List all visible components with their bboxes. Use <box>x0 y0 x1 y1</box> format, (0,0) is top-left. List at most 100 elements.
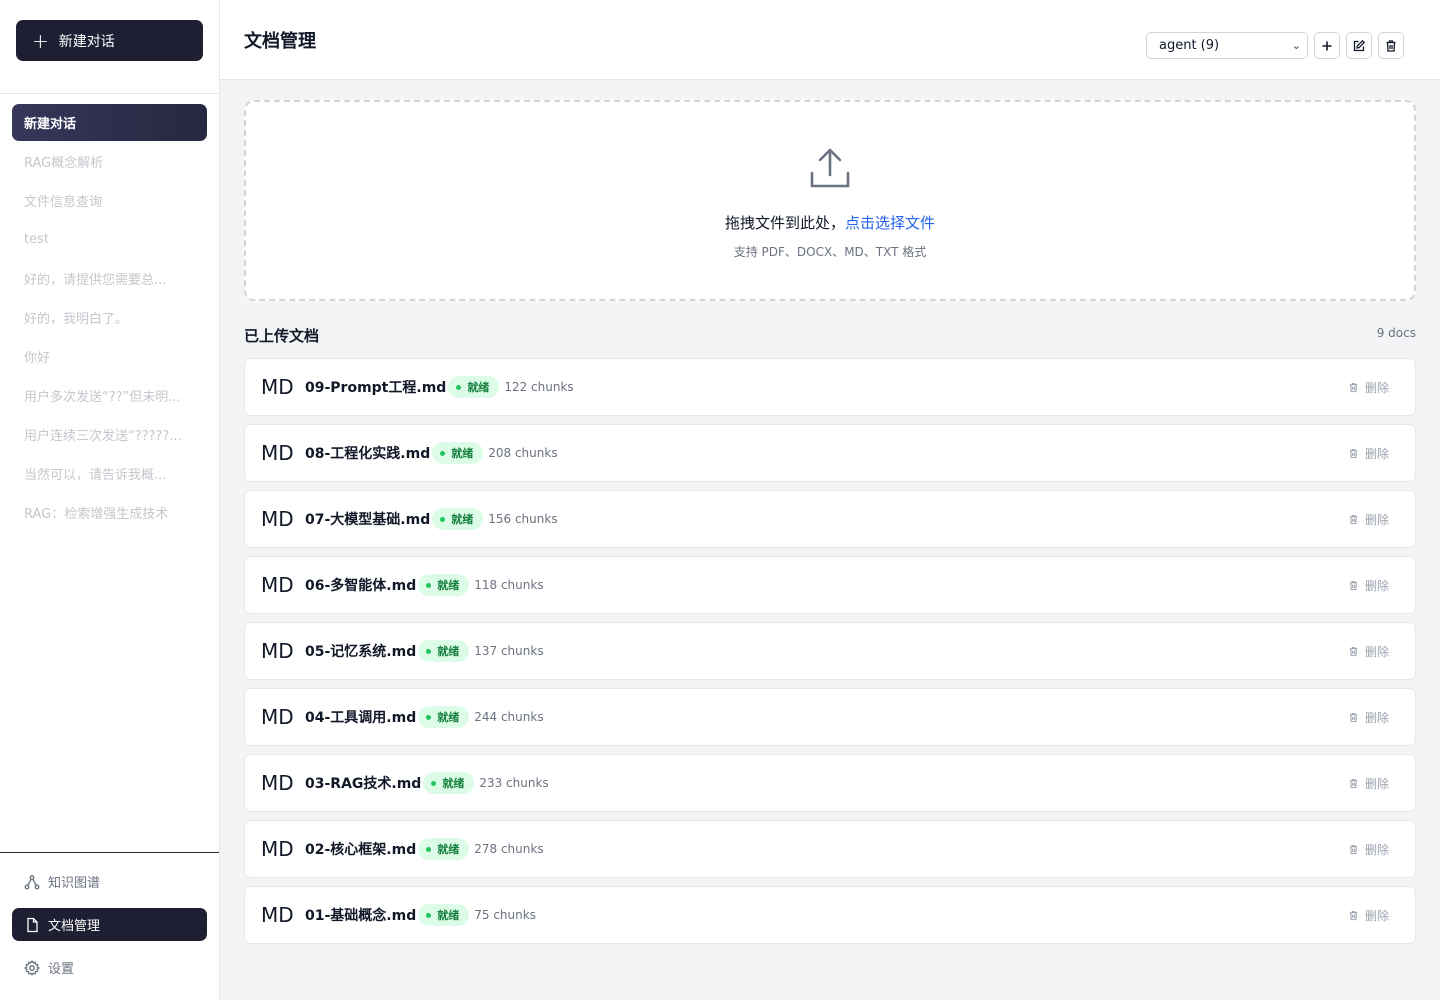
status-label: 就绪 <box>437 909 460 922</box>
status-badge: 就绪 <box>432 508 484 530</box>
file-type-icon: MD <box>261 705 294 729</box>
chunk-count: 208 chunks <box>488 446 558 460</box>
status-badge: 就绪 <box>418 574 470 596</box>
chunk-count: 156 chunks <box>488 512 558 526</box>
document-name: 03-RAG技术.md <box>305 776 422 792</box>
trash-icon <box>1349 514 1358 524</box>
nav-documents[interactable]: 文档管理 <box>12 908 207 941</box>
knowledge-base-select-value: agent (9) <box>1159 38 1220 53</box>
document-row: MD 02-核心框架.md 就绪 278 chunks 删除 <box>244 820 1416 878</box>
trash-icon <box>1386 39 1396 52</box>
trash-icon <box>1349 382 1358 392</box>
page-title: 文档管理 <box>244 31 316 52</box>
trash-icon <box>1349 448 1358 458</box>
status-badge: 就绪 <box>432 442 484 464</box>
chunk-count: 278 chunks <box>474 842 544 856</box>
edit-icon <box>1353 39 1366 51</box>
delete-document-button[interactable]: 删除 <box>1348 755 1389 811</box>
delete-document-button[interactable]: 删除 <box>1348 557 1389 613</box>
file-type-icon: MD <box>261 375 294 399</box>
delete-document-button[interactable]: 删除 <box>1348 425 1389 481</box>
trash-icon <box>1349 646 1358 656</box>
chunk-count: 122 chunks <box>504 380 574 394</box>
status-dot <box>456 384 462 390</box>
delete-document-button[interactable]: 删除 <box>1348 359 1389 415</box>
chevron-down-icon: ⌄ <box>1291 39 1301 52</box>
conversation-item[interactable]: test <box>12 221 207 258</box>
status-label: 就绪 <box>442 777 465 790</box>
file-type-icon: MD <box>261 903 294 927</box>
conversation-item[interactable]: 好的，请提供您需要总... <box>12 260 207 297</box>
file-type-icon: MD <box>261 573 294 597</box>
document-row: MD 01-基础概念.md 就绪 75 chunks 删除 <box>244 886 1416 944</box>
delete-label: 删除 <box>1364 512 1389 527</box>
sidebar: + 新建对话 新建对话 RAG概念解析 文件信息查询 test 好的，请提供您需… <box>0 0 220 1000</box>
conversation-item[interactable]: RAG概念解析 <box>12 143 207 180</box>
select-file-link[interactable]: 点击选择文件 <box>845 214 935 232</box>
document-row: MD 09-Prompt工程.md 就绪 122 chunks 删除 <box>244 358 1416 416</box>
delete-document-button[interactable]: 删除 <box>1348 821 1389 877</box>
delete-label: 删除 <box>1364 842 1389 857</box>
docs-count: 9 docs <box>1376 326 1416 340</box>
delete-label: 删除 <box>1364 644 1389 659</box>
document-list: MD 09-Prompt工程.md 就绪 122 chunks 删除 MD 08… <box>244 358 1416 952</box>
conversation-list: 新建对话 RAG概念解析 文件信息查询 test 好的，请提供您需要总... 好… <box>0 94 219 531</box>
new-chat-area: + 新建对话 <box>0 0 219 94</box>
trash-icon <box>1349 712 1358 722</box>
delete-knowledge-base-button[interactable] <box>1378 32 1404 59</box>
nav-settings[interactable]: 设置 <box>12 951 207 984</box>
delete-document-button[interactable]: 删除 <box>1348 491 1389 547</box>
document-row: MD 05-记忆系统.md 就绪 137 chunks 删除 <box>244 622 1416 680</box>
status-label: 就绪 <box>451 447 474 460</box>
delete-document-button[interactable]: 删除 <box>1348 689 1389 745</box>
delete-label: 删除 <box>1364 578 1389 593</box>
file-type-icon: MD <box>261 441 294 465</box>
status-badge: 就绪 <box>418 838 470 860</box>
conversation-item[interactable]: 用户多次发送“??”但未明... <box>12 377 207 414</box>
file-type-icon: MD <box>261 639 294 663</box>
status-dot <box>426 582 432 588</box>
add-knowledge-base-button[interactable] <box>1314 32 1340 59</box>
status-dot <box>426 912 432 918</box>
document-name: 07-大模型基础.md <box>305 512 431 528</box>
conversation-item[interactable]: 当然可以，请告诉我概... <box>12 455 207 492</box>
nav-documents-label: 文档管理 <box>48 919 101 934</box>
chunk-count: 75 chunks <box>474 908 536 922</box>
conversation-item[interactable]: RAG：检索增强生成技术 <box>12 494 207 531</box>
upload-dropzone[interactable]: 拖拽文件到此处，点击选择文件 支持 PDF、DOCX、MD、TXT 格式 <box>244 100 1416 301</box>
nav-settings-label: 设置 <box>48 962 75 977</box>
conversation-item[interactable]: 你好 <box>12 338 207 375</box>
nav-knowledge-graph-label: 知识图谱 <box>48 876 101 891</box>
file-type-icon: MD <box>261 771 294 795</box>
delete-document-button[interactable]: 删除 <box>1348 623 1389 679</box>
status-badge: 就绪 <box>418 904 470 926</box>
conversation-item[interactable]: 好的，我明白了。 <box>12 299 207 336</box>
nav-knowledge-graph[interactable]: 知识图谱 <box>12 865 207 898</box>
upload-hint: 支持 PDF、DOCX、MD、TXT 格式 <box>733 245 927 259</box>
trash-icon <box>1349 844 1358 854</box>
delete-label: 删除 <box>1364 908 1389 923</box>
conversation-item[interactable]: 用户连续三次发送“?????... <box>12 416 207 453</box>
document-name: 09-Prompt工程.md <box>305 380 447 396</box>
status-dot <box>440 516 446 522</box>
delete-label: 删除 <box>1364 710 1389 725</box>
document-row: MD 03-RAG技术.md 就绪 233 chunks 删除 <box>244 754 1416 812</box>
conversation-item[interactable]: 文件信息查询 <box>12 182 207 219</box>
knowledge-base-select[interactable]: agent (9) ⌄ <box>1146 32 1308 59</box>
conversation-item[interactable]: 新建对话 <box>12 104 207 141</box>
upload-text: 拖拽文件到此处， <box>724 214 845 232</box>
chunk-count: 118 chunks <box>474 578 544 592</box>
chunk-count: 244 chunks <box>474 710 544 724</box>
trash-icon <box>1349 778 1358 788</box>
uploaded-docs-title: 已上传文档 <box>244 327 320 345</box>
status-label: 就绪 <box>437 645 460 658</box>
edit-knowledge-base-button[interactable] <box>1346 32 1372 59</box>
document-row: MD 07-大模型基础.md 就绪 156 chunks 删除 <box>244 490 1416 548</box>
status-label: 就绪 <box>467 381 490 394</box>
document-name: 05-记忆系统.md <box>305 644 417 660</box>
new-chat-button[interactable]: + 新建对话 <box>16 20 203 61</box>
status-label: 就绪 <box>437 843 460 856</box>
delete-document-button[interactable]: 删除 <box>1348 887 1389 943</box>
status-dot <box>431 780 437 786</box>
status-label: 就绪 <box>437 711 460 724</box>
